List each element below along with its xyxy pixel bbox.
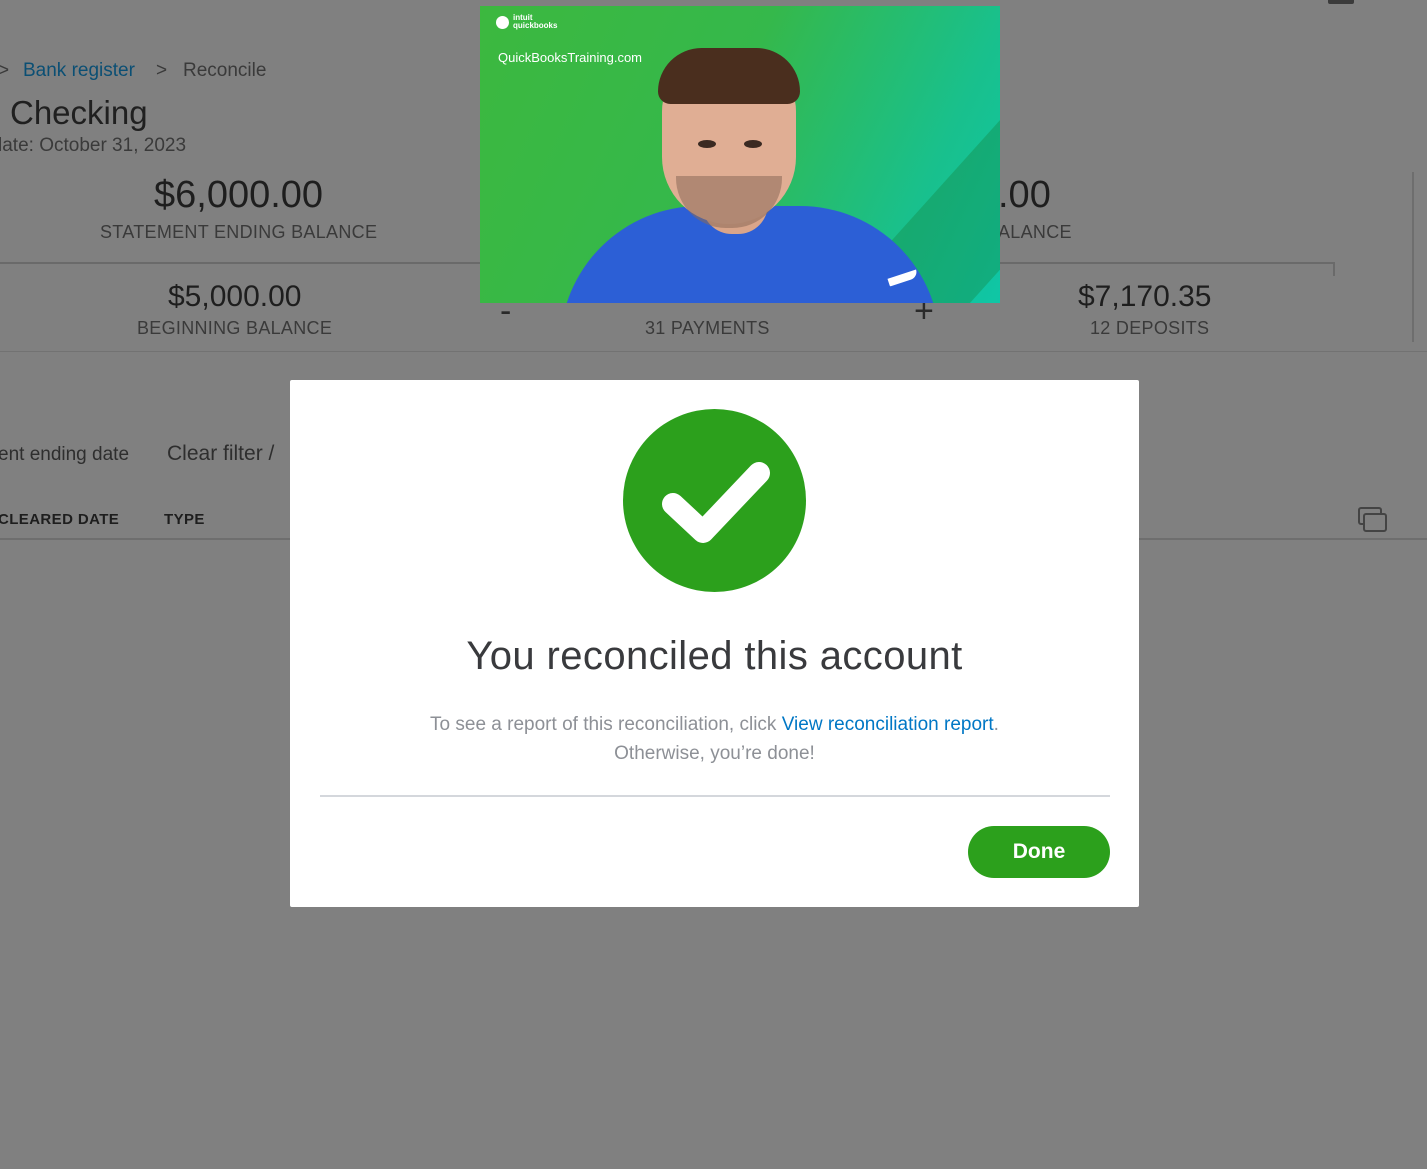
column-header-type[interactable]: TYPE xyxy=(164,511,205,528)
view-reconciliation-report-link[interactable]: View reconciliation report xyxy=(782,714,994,735)
statement-date: late: October 31, 2023 xyxy=(0,135,187,156)
statement-ending-balance-amount: $6,000.00 xyxy=(154,174,324,216)
statement-ending-balance-label: STATEMENT ENDING BALANCE xyxy=(100,222,378,242)
beginning-balance-amount: $5,000.00 xyxy=(168,280,302,313)
breadcrumb-separator: > xyxy=(156,60,168,81)
divider xyxy=(0,351,1427,352)
done-button[interactable]: Done xyxy=(968,826,1110,878)
copy-icon[interactable] xyxy=(1358,507,1388,533)
dialog-title: You reconciled this account xyxy=(466,634,963,678)
dialog-message: To see a report of this reconciliation, … xyxy=(290,710,1139,768)
dialog-message-text: To see a report of this reconciliation, … xyxy=(430,714,782,735)
filter-ending-date-label: ent ending date xyxy=(0,444,130,465)
divider xyxy=(1333,262,1335,276)
quickbooks-logo: intuit quickbooks xyxy=(496,13,558,30)
quickbooks-logo-text: intuit quickbooks xyxy=(513,13,558,30)
quickbooks-logo-icon xyxy=(496,15,509,29)
column-header-cleared-date[interactable]: CLEARED DATE xyxy=(0,511,119,528)
deposits-amount: $7,170.35 xyxy=(1078,280,1212,313)
dialog-divider xyxy=(320,795,1110,797)
deposits-label: 12 DEPOSITS xyxy=(1090,318,1210,338)
divider xyxy=(0,538,290,540)
divider xyxy=(1000,262,1335,264)
video-site-label: QuickBooksTraining.com xyxy=(498,50,643,65)
breadcrumb-separator: > xyxy=(0,60,10,81)
reconciled-dialog: You reconciled this account To see a rep… xyxy=(290,380,1139,907)
page-title: Checking xyxy=(10,94,148,131)
dialog-message-line2: Otherwise, you’re done! xyxy=(614,743,815,764)
toolbar-icon[interactable] xyxy=(1328,0,1354,4)
presenter-hair xyxy=(658,48,800,104)
presenter-eye xyxy=(698,140,716,148)
clear-filter-link[interactable]: Clear filter / xyxy=(167,442,274,466)
presenter-video: intuit quickbooks QuickBooksTraining.com xyxy=(480,6,1000,303)
beginning-balance-label: BEGINNING BALANCE xyxy=(137,318,333,338)
cleared-balance-amount: .00 xyxy=(998,174,1051,216)
breadcrumb-bank-register[interactable]: Bank register xyxy=(23,60,135,82)
presenter-eye xyxy=(744,140,762,148)
payments-label: 31 PAYMENTS xyxy=(645,318,770,338)
check-icon xyxy=(623,409,806,592)
divider xyxy=(0,262,480,264)
dialog-message-period: . xyxy=(993,714,999,735)
cleared-balance-label: ALANCE xyxy=(998,222,1072,242)
breadcrumb-current: Reconcile xyxy=(183,60,267,81)
scroll-edge xyxy=(1412,172,1414,342)
divider xyxy=(1139,538,1427,540)
